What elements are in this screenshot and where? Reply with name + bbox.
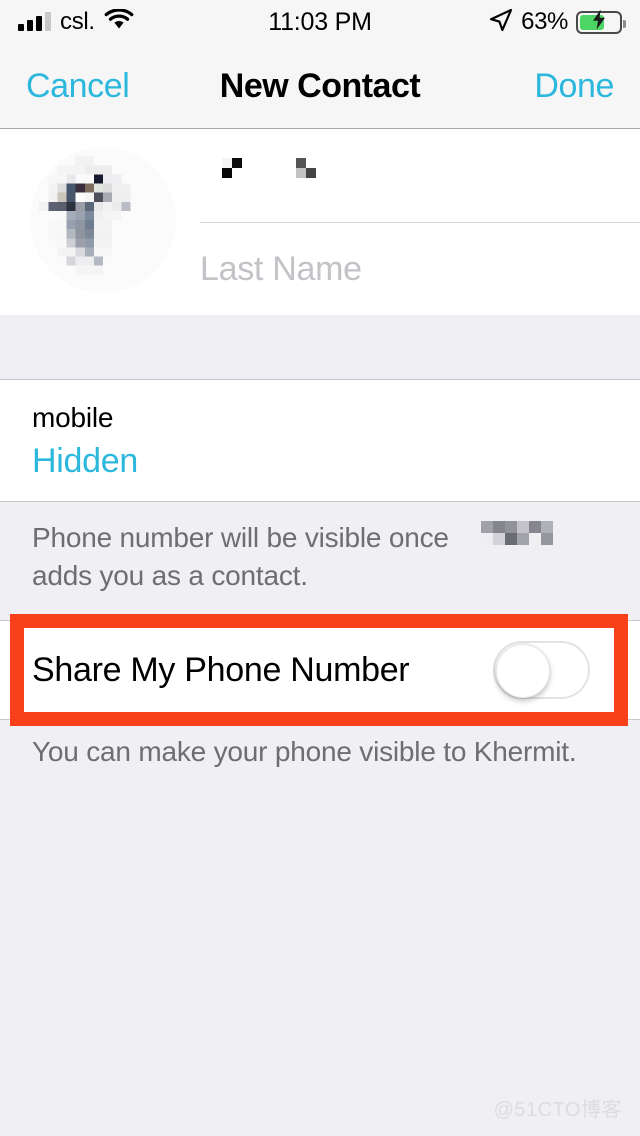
share-phone-number-row[interactable]: Share My Phone Number (0, 620, 640, 720)
cellular-signal-icon (18, 12, 51, 31)
contact-avatar[interactable] (30, 147, 176, 293)
pixel-redaction-block (296, 157, 316, 178)
status-bar-right: 63% (422, 8, 626, 37)
contact-name-redacted (480, 518, 553, 558)
note-line-1-text: Phone number will be visible once (32, 521, 449, 553)
name-fields: Last Name (200, 129, 640, 315)
battery-percent-label: 63% (521, 8, 568, 35)
note-line-2: adds you as a contact. (32, 559, 308, 591)
avatar-pixelated-image (30, 147, 176, 293)
share-phone-number-label: Share My Phone Number (32, 650, 410, 689)
first-name-field[interactable] (200, 129, 640, 223)
status-bar-left: csl. (18, 7, 218, 36)
phone-value-hidden[interactable]: Hidden (32, 439, 640, 485)
empty-table-background (0, 786, 640, 1136)
cancel-button[interactable]: Cancel (26, 67, 130, 106)
iphone-screen: csl. 11:03 PM 63% Cancel New Contact Don… (0, 0, 640, 1136)
share-note-text: You can make your phone visible to Kherm… (32, 736, 577, 767)
section-gap (0, 315, 640, 380)
share-phone-number-toggle[interactable] (493, 641, 590, 699)
first-name-redacted-value (222, 157, 336, 188)
done-button[interactable]: Done (534, 67, 614, 106)
phone-label: mobile (32, 402, 114, 433)
pixel-redaction-block (222, 157, 242, 178)
share-phone-number-note: You can make your phone visible to Kherm… (0, 726, 640, 771)
watermark-label: @51CTO博客 (493, 1099, 622, 1121)
last-name-placeholder: Last Name (200, 250, 362, 288)
phone-visibility-note: Phone number will be visible once adds y… (0, 502, 640, 614)
battery-charging-icon (576, 9, 626, 34)
location-arrow-icon (489, 8, 513, 37)
last-name-field[interactable]: Last Name (200, 223, 640, 316)
pixel-redaction-block (480, 521, 553, 545)
clock-label: 11:03 PM (268, 7, 372, 36)
navigation-bar: Cancel New Contact Done (0, 44, 640, 129)
toggle-knob (496, 644, 550, 698)
note-line-1: Phone number will be visible once (32, 518, 610, 558)
wifi-icon (104, 7, 134, 36)
carrier-label: csl. (60, 8, 95, 35)
phone-row[interactable]: mobile Hidden (0, 380, 640, 502)
contact-name-section: Last Name (0, 129, 640, 315)
status-bar: csl. 11:03 PM 63% (0, 0, 640, 44)
